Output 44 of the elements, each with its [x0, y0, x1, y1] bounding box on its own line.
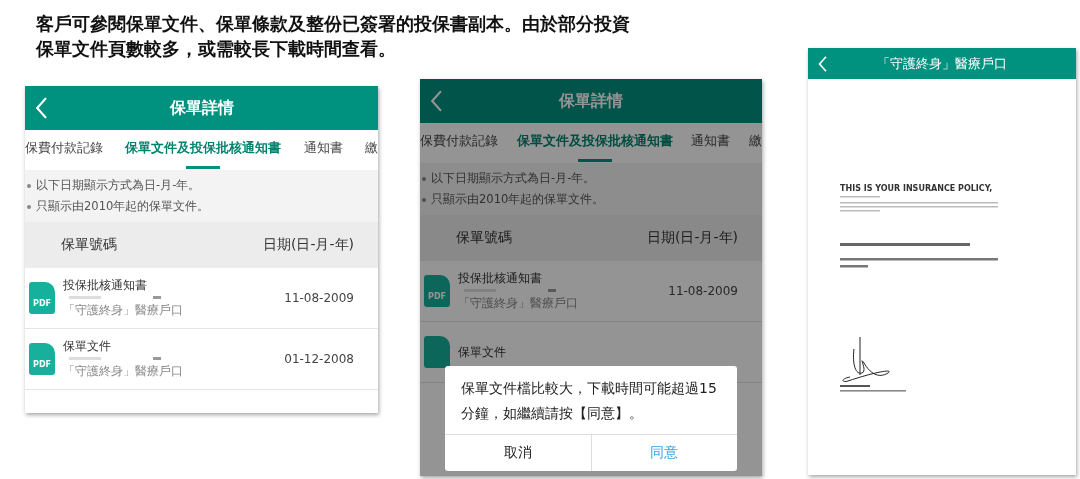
document-row[interactable]: PDF 投保批核通知書 「守護終身」醫療戶口 11-08-2009 — [25, 268, 378, 329]
note-text: 只顯示由2010年起的保單文件。 — [27, 199, 378, 214]
pdf-icon — [424, 336, 450, 368]
tab[interactable]: 保費付款記錄 — [25, 128, 103, 172]
note-text: 以下日期顯示方式為日-月-年。 — [27, 178, 378, 193]
policy-name: 「守護終身」醫療戶口 — [63, 364, 184, 379]
back-icon[interactable] — [35, 97, 49, 119]
document-row[interactable]: PDF 投保批核通知書 「守護終身」醫療戶口 11-08-2009 — [420, 261, 762, 322]
tab[interactable]: 保費付款記錄 — [420, 121, 498, 165]
screen-title: 保單詳情 — [169, 97, 234, 119]
policy-name: 「守護終身」醫療戶口 — [458, 296, 579, 311]
pdf-icon: PDF — [424, 275, 450, 307]
tab[interactable]: 繳 — [748, 121, 762, 165]
column-header: 日期(日-月-年) — [262, 236, 354, 254]
back-icon[interactable] — [818, 55, 828, 72]
document-date: 11-08-2009 — [668, 284, 738, 298]
dialog-button[interactable]: 取消 — [445, 435, 591, 471]
note-text: 只顯示由2010年起的保單文件。 — [422, 192, 762, 207]
tab[interactable]: 保單文件及投保批核通知書 — [516, 121, 673, 165]
column-header: 日期(日-月-年) — [646, 229, 738, 247]
tab[interactable]: 通知書 — [691, 121, 731, 165]
document-heading: THIS IS YOUR INSURANCE POLICY, — [840, 184, 994, 193]
dialog-button[interactable]: 同意 — [590, 435, 737, 471]
tab[interactable]: 繳 — [365, 128, 378, 172]
column-header: 保單號碼 — [61, 236, 117, 254]
document-title: 保單文件 — [458, 344, 507, 360]
caption-text: 保單文件頁數較多，或需較長下載時間查看。 — [36, 37, 397, 60]
pdf-icon: PDF — [29, 282, 55, 314]
policy-name: 「守護終身」醫療戶口 — [63, 303, 184, 318]
tab[interactable]: 保單文件及投保批核通知書 — [125, 128, 282, 172]
document-title: 投保批核通知書 — [458, 271, 543, 286]
document-row[interactable]: PDF 保單文件 「守護終身」醫療戶口 01-12-2008 — [25, 329, 378, 390]
tab[interactable]: 通知書 — [303, 128, 343, 172]
column-header: 保單號碼 — [456, 229, 512, 247]
screen-title: 保單詳情 — [559, 90, 623, 112]
document-title: 投保批核通知書 — [63, 278, 148, 293]
pdf-icon: PDF — [29, 343, 55, 375]
document-date: 11-08-2009 — [284, 291, 354, 305]
caption-text: 客戶可參閱保單文件、保單條款及整份已簽署的投保書副本。由於部分投資 — [36, 12, 630, 35]
screen-title: 「守護終身」醫療戶口 — [877, 54, 1007, 73]
back-icon[interactable] — [430, 90, 444, 112]
document-title: 保單文件 — [63, 339, 112, 354]
document-date: 01-12-2008 — [284, 352, 354, 366]
note-text: 以下日期顯示方式為日-月-年。 — [422, 171, 762, 186]
